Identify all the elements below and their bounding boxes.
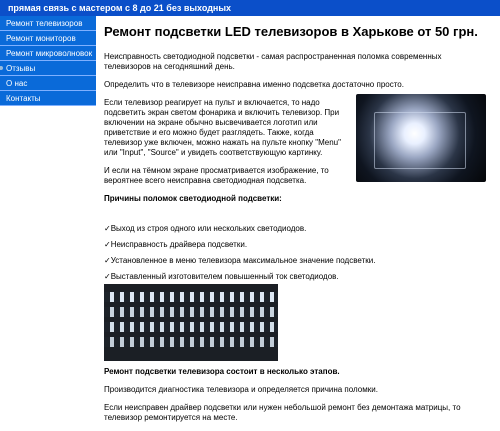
sidebar-item-label: Отзывы — [6, 64, 36, 73]
sidebar-item-label: Ремонт микроволновок — [6, 49, 93, 58]
page-title: Ремонт подсветки LED телевизоров в Харьк… — [104, 24, 478, 39]
repair-step-2: Если неисправен драйвер подсветки или ну… — [104, 403, 461, 422]
diagnosis-paragraph: Если телевизор реагирует на пульт и вклю… — [104, 98, 341, 157]
sidebar-item-label: Ремонт мониторов — [6, 34, 76, 43]
main-content: Ремонт подсветки LED телевизоров в Харьк… — [104, 24, 488, 422]
sidebar-item-reviews[interactable]: Отзывы — [0, 61, 96, 76]
sidebar-item-contacts[interactable]: Контакты — [0, 91, 96, 106]
led-strip — [104, 322, 278, 332]
led-strip — [104, 337, 278, 347]
intro-paragraph-2: Определить что в телевизоре неисправна и… — [104, 80, 404, 89]
repair-step-1: Производится диагностика телевизора и оп… — [104, 385, 378, 394]
causes-heading: Причины поломок светодиодной подсветки: — [104, 194, 282, 203]
sidebar-item-microwave-repair[interactable]: Ремонт микроволновок — [0, 46, 96, 61]
led-strip — [104, 292, 278, 302]
top-contact-bar: прямая связь с мастером с 8 до 21 без вы… — [0, 0, 500, 16]
sidebar-item-about[interactable]: О нас — [0, 76, 96, 91]
tv-screen-photo — [356, 94, 486, 182]
sidebar-item-label: О нас — [6, 79, 28, 88]
sidebar-item-label: Ремонт телевизоров — [6, 19, 83, 28]
sidebar-item-monitor-repair[interactable]: Ремонт мониторов — [0, 31, 96, 46]
led-strips-photo — [104, 284, 278, 361]
repair-steps-heading: Ремонт подсветки телевизора состоит в не… — [104, 367, 340, 376]
cause-item: ✓Выставленный изготовителем повышенный т… — [104, 272, 339, 281]
sidebar-item-tv-repair[interactable]: Ремонт телевизоров — [0, 16, 96, 31]
sidebar-item-label: Контакты — [6, 94, 41, 103]
top-contact-text: прямая связь с мастером с 8 до 21 без вы… — [8, 3, 232, 13]
led-strip — [104, 307, 278, 317]
dark-screen-paragraph: И если на тёмном экране просматривается … — [104, 166, 329, 185]
intro-paragraph-1: Неисправность светодиодной подсветки - с… — [104, 52, 442, 71]
sidebar: Ремонт телевизоров Ремонт мониторов Ремо… — [0, 16, 96, 106]
